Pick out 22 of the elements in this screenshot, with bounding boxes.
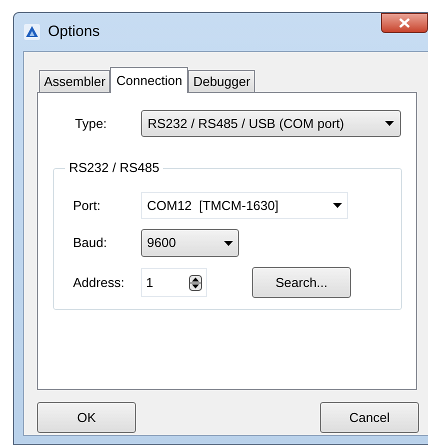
type-dropdown[interactable]: RS232 / RS485 / USB (COM port) [140,110,401,137]
close-icon [399,18,410,28]
close-button[interactable] [381,13,428,33]
type-label: Type: [74,114,108,133]
dropdown-arrow-icon [333,203,342,208]
dialog-button[interactable]: OK [37,402,136,433]
tab[interactable]: Assembler [39,70,110,92]
window-title: Options [48,22,100,42]
tab[interactable]: Connection [110,67,188,93]
dialog-button[interactable]: Cancel [320,402,419,433]
tab[interactable]: Debugger [188,70,256,92]
address-label: Address: [73,274,126,292]
spin-arrows-icon[interactable] [189,274,202,290]
port-label: Port: [73,196,102,215]
dropdown-arrow-icon [224,240,233,246]
triangle-logo-icon [24,24,40,40]
port-dropdown[interactable]: COM12 [TMCM-1630] [141,192,348,219]
baud-dropdown[interactable]: 9600 [141,229,239,257]
address-spin-field[interactable]: 1 [141,268,207,297]
baud-label: Baud: [73,234,108,252]
search-button[interactable]: Search... [252,267,351,298]
dropdown-arrow-icon [385,121,394,126]
